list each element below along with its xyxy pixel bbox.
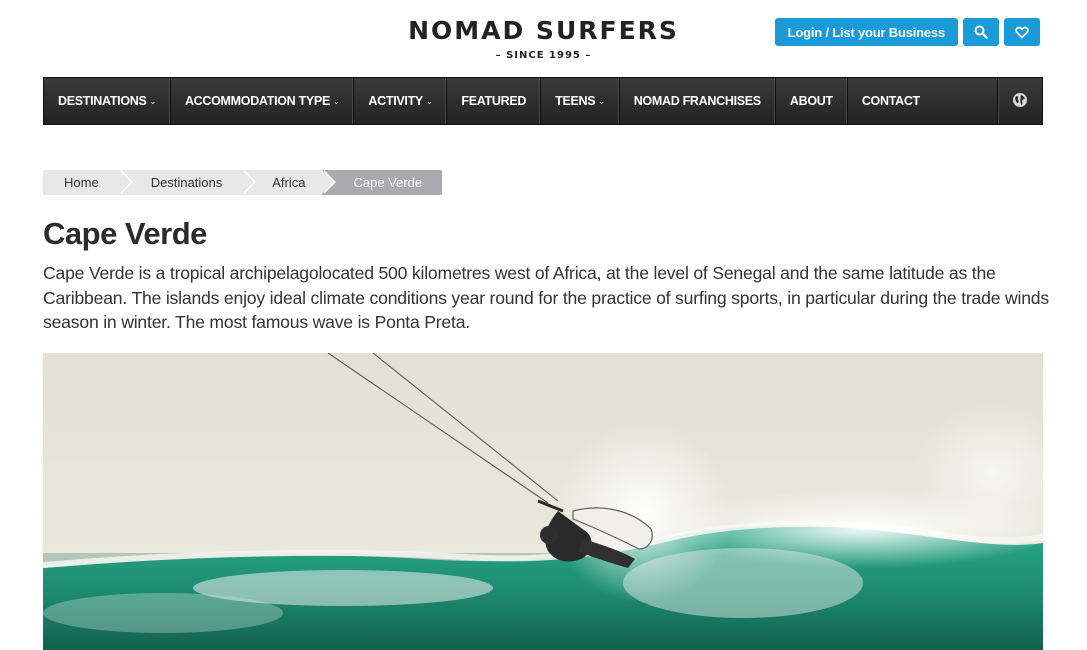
breadcrumb-label: Destinations: [150, 175, 223, 190]
hero-image: [43, 353, 1043, 650]
chevron-down-icon: ⌄: [425, 96, 433, 106]
nav-item-label: DESTINATIONS: [58, 94, 147, 108]
nav-item-label: TEENS: [555, 94, 596, 108]
intro-paragraph: Cape Verde is a tropical archipelagoloca…: [43, 263, 1049, 332]
nav-item-contact[interactable]: CONTACT: [848, 78, 934, 124]
nav-item-teens[interactable]: TEENS ⌄: [541, 78, 620, 124]
login-button[interactable]: Login / List your Business: [774, 18, 958, 46]
nav-item-label: FEATURED: [461, 94, 527, 108]
breadcrumb-label: Cape Verde: [353, 175, 423, 190]
breadcrumb-home[interactable]: Home: [43, 170, 133, 195]
search-icon: [974, 25, 988, 39]
chevron-down-icon: ⌄: [333, 96, 340, 106]
nav-item-label: ACTIVITY: [368, 94, 423, 108]
language-selector[interactable]: [997, 78, 1042, 124]
breadcrumb: Home Destinations Africa Cape Verde: [43, 170, 443, 195]
nav-item-featured[interactable]: FEATURED: [447, 78, 542, 124]
logo-tagline: – SINCE 1995 –: [495, 50, 592, 61]
chevron-down-icon: ⌄: [598, 96, 605, 106]
main-nav: DESTINATIONS ⌄ ACCOMMODATION TYPE ⌄ ACTIVI…: [43, 77, 1043, 125]
globe-icon: [1012, 92, 1028, 111]
breadcrumb-current: Cape Verde: [322, 170, 443, 195]
nav-item-about[interactable]: ABOUT: [776, 78, 848, 124]
nav-item-destinations[interactable]: DESTINATIONS ⌄: [44, 78, 171, 124]
nav-item-accommodation-type[interactable]: ACCOMMODATION TYPE ⌄: [171, 78, 355, 124]
page-title: Cape Verde: [43, 216, 207, 251]
heart-icon: [1015, 26, 1029, 39]
breadcrumb-destinations[interactable]: Destinations: [118, 170, 256, 195]
header-actions: Login / List your Business: [774, 18, 1040, 46]
nav-item-nomad-franchises[interactable]: NOMAD FRANCHISES: [620, 78, 776, 124]
nav-item-label: NOMAD FRANCHISES: [633, 94, 761, 108]
nav-item-label: ACCOMMODATION TYPE: [184, 94, 331, 108]
nav-item-label: ABOUT: [789, 94, 833, 108]
nav-item-activity[interactable]: ACTIVITY ⌄: [354, 78, 448, 124]
breadcrumb-label: Africa: [272, 175, 306, 190]
chevron-down-icon: ⌄: [149, 96, 157, 106]
breadcrumb-label: Home: [64, 175, 99, 190]
favorites-button[interactable]: [1004, 18, 1040, 46]
nav-item-label: CONTACT: [861, 94, 920, 108]
search-button[interactable]: [963, 18, 999, 46]
